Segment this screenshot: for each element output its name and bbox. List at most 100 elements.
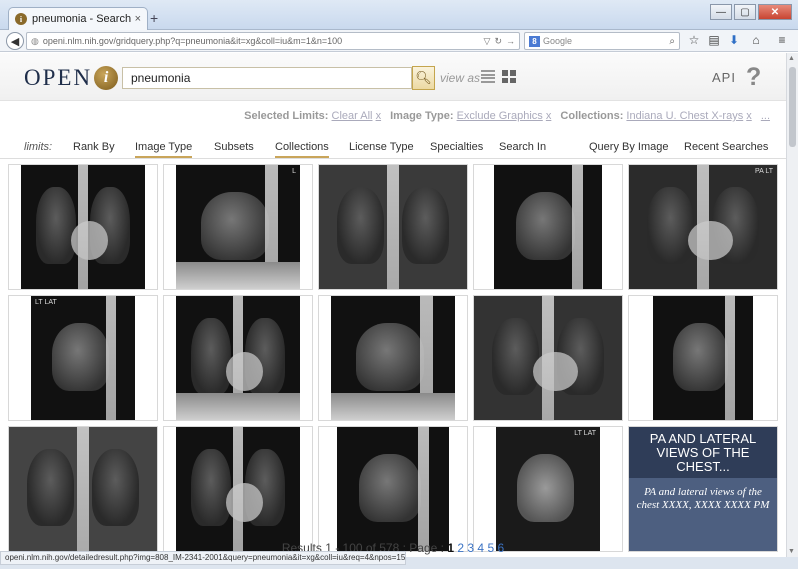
new-tab-button[interactable]: +: [150, 10, 158, 26]
search-bar[interactable]: 8 Google ⌕: [524, 32, 680, 50]
search-placeholder: Google: [543, 36, 573, 46]
back-button[interactable]: ◀: [6, 32, 24, 50]
page-label: : Page :: [402, 541, 444, 555]
xray-image: [474, 296, 622, 420]
close-window-button[interactable]: ✕: [758, 4, 792, 20]
xray-image: LT LAT: [31, 296, 135, 420]
collections-label: Collections:: [560, 110, 624, 122]
clear-all-x[interactable]: x: [376, 110, 382, 122]
tab-query-by-image[interactable]: Query By Image: [589, 141, 668, 153]
page-link[interactable]: 2: [457, 541, 464, 555]
close-tab-icon[interactable]: ×: [135, 13, 141, 25]
tab-license-type[interactable]: License Type: [349, 141, 414, 153]
url-text: openi.nlm.nih.gov/gridquery.php?q=pneumo…: [42, 36, 343, 46]
tab-search-in[interactable]: Search In: [499, 141, 546, 153]
dropdown-icon[interactable]: ▽: [484, 36, 491, 47]
openi-logo[interactable]: OPEN i: [24, 65, 119, 91]
window-controls: — ▢ ✕: [710, 4, 792, 20]
caption-card: PA AND LATERAL VIEWS OF THE CHEST... PA …: [629, 427, 777, 551]
maximize-button[interactable]: ▢: [734, 4, 756, 20]
clipboard-icon[interactable]: ▤: [706, 33, 722, 47]
tab-image-type[interactable]: Image Type: [135, 141, 193, 158]
image-type-x[interactable]: x: [546, 110, 552, 122]
download-icon[interactable]: ⬇: [726, 33, 742, 47]
list-view-icon[interactable]: [481, 70, 495, 83]
title-bar: i pneumonia - Search Result... × + — ▢ ✕: [0, 0, 798, 30]
menu-icon[interactable]: ≡: [774, 33, 790, 47]
magnifier-icon: 🔍︎: [415, 70, 432, 85]
result-thumbnail[interactable]: LT LAT: [473, 426, 623, 552]
xray-image: [337, 427, 449, 551]
scroll-thumb[interactable]: [789, 67, 796, 147]
selected-limits: Selected Limits: Clear All x Image Type:…: [0, 110, 786, 122]
xray-image: [176, 296, 300, 420]
site-header: OPEN i 🔍︎ view as API ?: [0, 53, 786, 101]
xray-image: LT LAT: [496, 427, 600, 551]
result-caption-card[interactable]: PA AND LATERAL VIEWS OF THE CHEST... PA …: [628, 426, 778, 552]
page-link[interactable]: 6: [497, 541, 504, 555]
minimize-button[interactable]: —: [710, 4, 732, 20]
image-type-label: Image Type:: [390, 110, 454, 122]
caption-title: PA AND LATERAL VIEWS OF THE CHEST...: [629, 427, 777, 478]
api-link[interactable]: API: [712, 70, 736, 85]
xray-image: [9, 427, 157, 551]
forward-icon[interactable]: →: [506, 36, 515, 46]
result-thumbnail[interactable]: [628, 295, 778, 421]
scroll-down-icon[interactable]: ▼: [788, 548, 795, 555]
grid-view-icon[interactable]: [502, 70, 516, 83]
logo-i-icon: i: [94, 66, 119, 90]
selected-limits-label: Selected Limits:: [244, 110, 329, 122]
page-link[interactable]: 3: [467, 541, 474, 555]
result-thumbnail[interactable]: LT LAT: [8, 295, 158, 421]
bookmark-star-icon[interactable]: ☆: [686, 33, 702, 47]
page-link[interactable]: 4: [477, 541, 484, 555]
result-thumbnail[interactable]: [318, 164, 468, 290]
back-arrow-icon: ◀: [10, 35, 20, 48]
xray-image: [331, 296, 455, 420]
status-bar: openi.nlm.nih.gov/detailedresult.php?img…: [0, 551, 406, 565]
tab-title: pneumonia - Search Result...: [32, 13, 131, 25]
tab-specialties[interactable]: Specialties: [430, 141, 483, 153]
page-link[interactable]: 5: [487, 541, 494, 555]
result-thumbnail[interactable]: [8, 426, 158, 552]
result-thumbnail[interactable]: [318, 426, 468, 552]
search-icon[interactable]: ⌕: [669, 36, 675, 47]
google-icon[interactable]: 8: [529, 35, 540, 47]
limits-label: limits:: [24, 141, 53, 153]
search-button[interactable]: 🔍︎: [412, 66, 435, 90]
reload-icon[interactable]: ↻: [494, 36, 502, 47]
result-thumbnail[interactable]: [8, 164, 158, 290]
search-input[interactable]: [122, 67, 412, 89]
browser-tab[interactable]: i pneumonia - Search Result... ×: [8, 7, 148, 30]
vertical-scrollbar[interactable]: ▲ ▼: [786, 53, 798, 557]
openi-favicon-icon: i: [15, 13, 27, 25]
xray-image: [176, 427, 300, 551]
more-limits-link[interactable]: ...: [761, 110, 770, 122]
tab-rank-by[interactable]: Rank By: [73, 141, 115, 153]
web-page: OPEN i 🔍︎ view as API ? Selected Limits:…: [0, 53, 786, 557]
collections-x[interactable]: x: [746, 110, 752, 122]
clear-all-link[interactable]: Clear All: [332, 110, 373, 122]
result-thumbnail[interactable]: [163, 295, 313, 421]
tab-collections[interactable]: Collections: [275, 141, 329, 158]
result-thumbnail[interactable]: [163, 426, 313, 552]
xray-image: [653, 296, 753, 420]
xray-image: PA LT: [629, 165, 777, 289]
image-type-value[interactable]: Exclude Graphics: [457, 110, 543, 122]
collections-value[interactable]: Indiana U. Chest X-rays: [626, 110, 743, 122]
current-page: 1: [447, 541, 454, 555]
result-thumbnail[interactable]: PA LT: [628, 164, 778, 290]
xray-image: [319, 165, 467, 289]
tab-recent-searches[interactable]: Recent Searches: [684, 141, 768, 153]
result-thumbnail[interactable]: [318, 295, 468, 421]
xray-image: [494, 165, 602, 289]
view-as-label: view as: [440, 71, 481, 85]
help-icon[interactable]: ?: [746, 63, 761, 92]
home-icon[interactable]: ⌂: [748, 33, 764, 47]
scroll-up-icon[interactable]: ▲: [788, 55, 795, 62]
address-bar[interactable]: ◍ openi.nlm.nih.gov/gridquery.php?q=pneu…: [26, 32, 520, 50]
result-thumbnail[interactable]: [473, 295, 623, 421]
result-thumbnail[interactable]: L: [163, 164, 313, 290]
tab-subsets[interactable]: Subsets: [214, 141, 254, 153]
result-thumbnail[interactable]: [473, 164, 623, 290]
